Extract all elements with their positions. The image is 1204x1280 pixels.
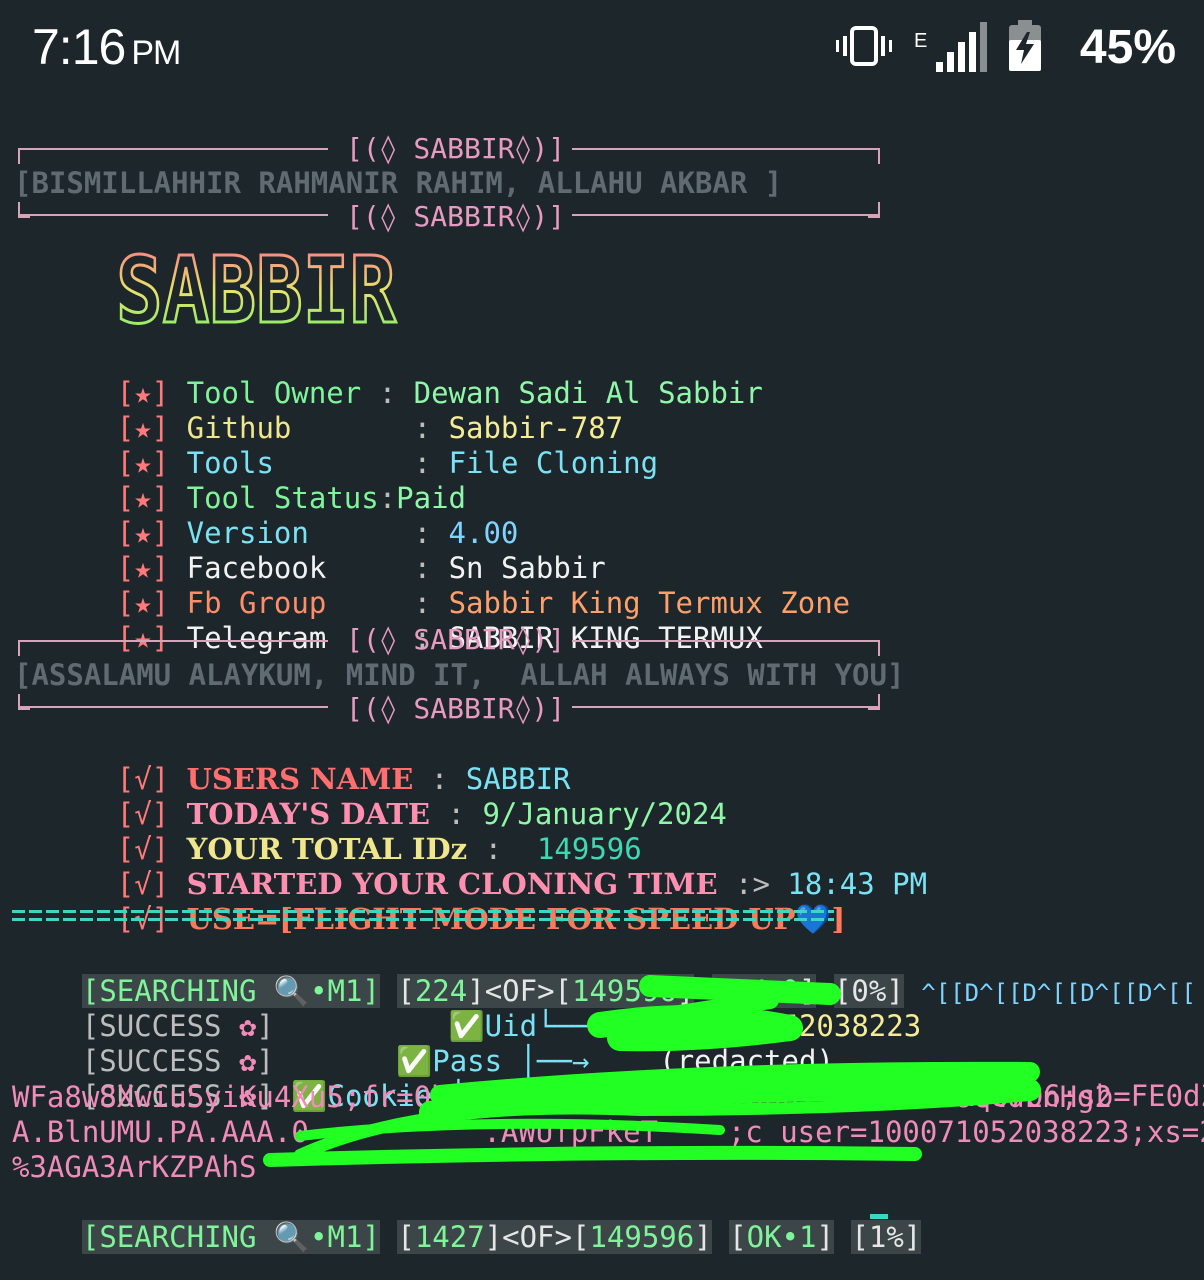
battery-percent: 45% — [1079, 21, 1176, 74]
session-username: [√] USERS NAME : SABBIR — [116, 762, 571, 796]
network-type: E — [914, 30, 928, 52]
status-time: 7:16 PM — [32, 18, 181, 76]
banner-message-top: [BISMILLAHHIR RAHMANIR RAHIM, ALLAHU AKB… — [14, 166, 783, 200]
cookie-line-3: %3AGA3ArKZPAhS — [12, 1150, 257, 1184]
banner-tag-top: [(◊ SABBIR◊)] — [346, 132, 566, 165]
session-date: [√] TODAY'S DATE : 9/January/2024 — [116, 797, 727, 831]
session-flight-mode: [√] USE=[FLIGHT MODE FOR SPEED UP💙] — [12, 868, 846, 936]
cookie-line-1: WFa8w8Xwiu5yiKu4Xu5;fr=0b UCldLnHg2 — [12, 1080, 1112, 1114]
session-total-ids: [√] YOUR TOTAL IDz : 149596 — [116, 832, 642, 866]
search-icon: 🔍 — [273, 1220, 311, 1254]
info-line-version: [★] Version : 4.00 — [116, 516, 519, 550]
clock-ampm: PM — [131, 34, 181, 72]
separator-line — [12, 910, 834, 930]
search-progress-line: [SEARCHING 🔍•M1] [224]<OF>[149596] [OK•0… — [81, 974, 1196, 1008]
info-line-tools: [★] Tools : File Cloning — [116, 446, 659, 480]
result-cookies: [SUCCESS ✿] ✅Cookies└──→ datr=FE0dZV8hnT… — [81, 1079, 1204, 1113]
banner-tag-mid: [(◊ SABBIR◊)] — [346, 623, 566, 656]
vibrate-icon — [836, 26, 892, 66]
banner-tag-top-bottom: [(◊ SABBIR◊)] — [346, 200, 566, 233]
result-pass: [SUCCESS ✿] ✅Pass │──→ (redacted) — [81, 1044, 834, 1078]
battery-charging-icon — [1009, 20, 1041, 71]
info-line-owner: [★] Tool Owner : Dewan Sadi Al Sabbir — [116, 376, 763, 410]
info-line-fb-group: [★] Fb Group : Sabbir King Termux Zone — [116, 586, 851, 620]
signal-icon — [936, 22, 987, 72]
info-line-github: [★] Github : Sabbir-787 — [116, 411, 624, 445]
status-icons: E 45% — [836, 18, 1176, 78]
info-line-telegram: [★] Telegram : SABBIR KING TERMUX — [116, 621, 763, 655]
search-progress-line-current: [SEARCHING 🔍•M1] [1427]<OF>[149596] [OK•… — [81, 1220, 922, 1254]
session-start-time: [√] STARTED YOUR CLONING TIME :> 18:43 P… — [116, 867, 928, 901]
info-line-facebook: [★] Facebook : Sn Sabbir — [116, 551, 606, 585]
result-uid: [SUCCESS ✿] ✅Uid└──→ 100071052038223 — [81, 1009, 922, 1043]
info-line-status: [★] Tool Status:Paid — [116, 481, 466, 515]
cookie-line-2: A.BlnUMU.PA.AAA.0 .AWUfpFkeT ;c_user=100… — [12, 1115, 1204, 1149]
clock-time: 7:16 — [32, 19, 126, 75]
logo-text: SABBIR — [116, 248, 397, 330]
terminal-cursor[interactable] — [870, 1214, 888, 1219]
banner-message-mid: [ASSALAMU ALAYKUM, MIND IT, ALLAH ALWAYS… — [14, 658, 905, 692]
status-bar: 7:16 PM E 45% — [0, 0, 1204, 100]
banner-tag-mid-bottom: [(◊ SABBIR◊)] — [346, 692, 566, 725]
sabbir-logo: SABBIR — [116, 248, 398, 330]
